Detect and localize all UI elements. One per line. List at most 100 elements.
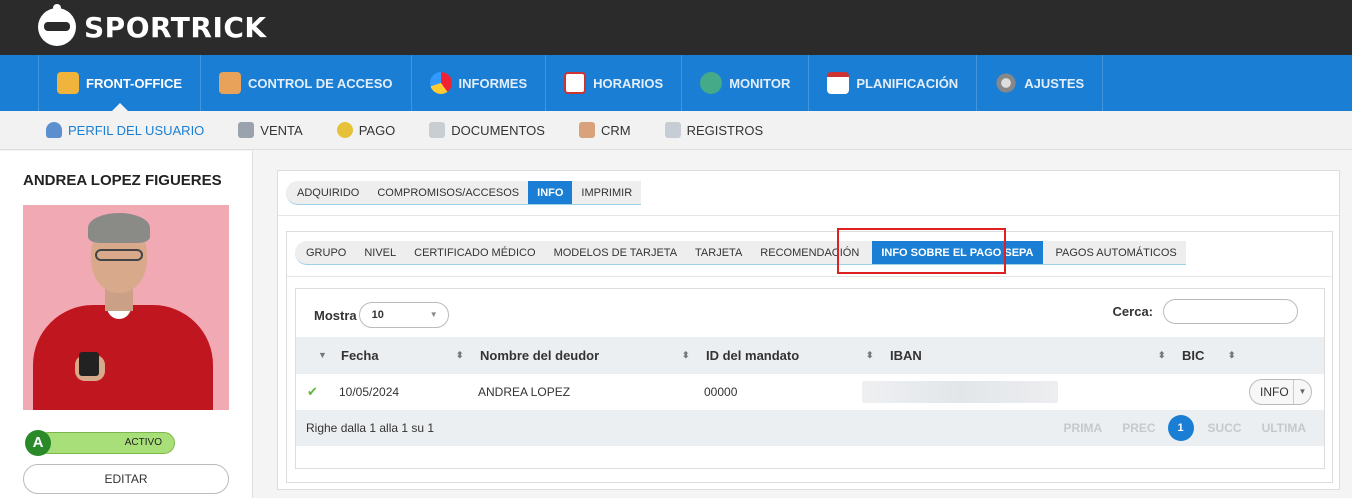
pager-first[interactable]: PRIMA — [1064, 421, 1103, 435]
highlight-box — [837, 228, 1006, 274]
subnav-label: PAGO — [358, 122, 396, 138]
row-info-button[interactable]: INFO ▼ — [1249, 379, 1312, 405]
sort-desc-icon[interactable]: ▼ — [318, 337, 327, 374]
subnav-label: REGISTROS — [686, 122, 764, 138]
status-label: ACTIVO — [37, 432, 175, 454]
col-id-mandato[interactable]: ID del mandato — [706, 337, 799, 374]
chevron-down-icon[interactable]: ▼ — [1293, 380, 1311, 404]
access-icon — [219, 72, 242, 94]
chevron-down-icon: ▼ — [429, 310, 438, 319]
subnav-label: VENTA — [260, 122, 303, 138]
divider — [287, 276, 1332, 277]
col-nombre[interactable]: Nombre del deudor — [480, 337, 599, 374]
register-icon — [664, 122, 681, 138]
divider — [278, 215, 1339, 216]
col-iban[interactable]: IBAN — [890, 337, 922, 374]
status-badge: A — [25, 430, 51, 456]
cell-iban-redacted — [862, 381, 1058, 403]
main-nav: FRONT-OFFICE CONTROL DE ACCESO INFORMES … — [0, 55, 1352, 112]
planner-icon — [827, 72, 850, 94]
page-size-select[interactable]: 10 ▼ — [358, 302, 449, 328]
sale-icon — [238, 122, 255, 138]
status-indicator: ACTIVO A — [25, 430, 175, 456]
subnav-perfil[interactable]: PERFIL DEL USUARIO — [46, 111, 204, 149]
page-size-value: 10 — [371, 309, 384, 321]
user-name: ANDREA LOPEZ FIGUERES — [23, 172, 222, 189]
info-label: INFO — [1260, 385, 1289, 399]
cell-fecha: 10/05/2024 — [339, 385, 400, 399]
page-size-control: Mostra 10 ▼ — [314, 302, 449, 328]
tab-tarjeta[interactable]: TARJETA — [686, 241, 751, 264]
profile-icon — [46, 122, 62, 138]
table-row: ✔ 10/05/2024 ANDREA LOPEZ 00000 INFO ▼ — [296, 374, 1324, 410]
sort-icon[interactable]: ⬍ — [682, 337, 690, 374]
nav-label: MONITOR — [729, 75, 791, 91]
gear-icon — [995, 72, 1018, 94]
col-fecha[interactable]: Fecha — [341, 337, 379, 374]
brand-logo[interactable]: SPORTRICK — [38, 4, 267, 46]
subnav-crm[interactable]: CRM — [578, 111, 631, 149]
tab-compromisos[interactable]: COMPROMISOS/ACCESOS — [368, 181, 528, 204]
nav-horarios[interactable]: HORARIOS — [546, 55, 683, 111]
table-summary: Righe dalla 1 alla 1 su 1 — [306, 421, 435, 435]
subnav-label: CRM — [600, 122, 631, 138]
pie-chart-icon — [429, 72, 452, 94]
nav-label: CONTROL DE ACCESO — [248, 75, 393, 91]
user-icon — [57, 72, 79, 94]
user-photo — [23, 205, 229, 410]
info-subpanel: GRUPO NIVEL CERTIFICADO MÉDICO MODELOS D… — [286, 228, 1333, 483]
subnav-label: PERFIL DEL USUARIO — [68, 122, 205, 138]
pager-last[interactable]: ULTIMA — [1262, 421, 1306, 435]
nav-front-office[interactable]: FRONT-OFFICE — [38, 55, 202, 112]
nav-label: PLANIFICACIÓN — [856, 75, 959, 91]
nav-label: HORARIOS — [593, 75, 664, 91]
page-size-label: Mostra — [314, 307, 357, 323]
nav-label: INFORMES — [458, 75, 528, 91]
col-bic[interactable]: BIC — [1182, 337, 1204, 374]
document-icon — [429, 122, 446, 138]
cell-nombre: ANDREA LOPEZ — [478, 385, 571, 399]
sub-nav: PERFIL DEL USUARIO VENTA PAGO DOCUMENTOS… — [0, 111, 1352, 150]
nav-planificacion[interactable]: PLANIFICACIÓN — [809, 55, 978, 111]
tab-modelos-de-tarjeta[interactable]: MODELOS DE TARJETA — [545, 241, 686, 264]
edit-button[interactable]: EDITAR — [23, 464, 229, 494]
table-footer: Righe dalla 1 alla 1 su 1 PRIMA PREC 1 S… — [296, 410, 1324, 446]
nav-label: AJUSTES — [1024, 75, 1085, 91]
subnav-label: DOCUMENTOS — [451, 122, 545, 138]
sort-icon[interactable]: ⬍ — [866, 337, 874, 374]
nav-control-de-acceso[interactable]: CONTROL DE ACCESO — [201, 55, 412, 111]
brand-name: SPORTRICK — [84, 10, 267, 44]
search-label: Cerca: — [1112, 304, 1153, 319]
tab-imprimir[interactable]: IMPRIMIR — [572, 181, 641, 204]
check-icon: ✔ — [307, 384, 318, 399]
calendar-icon — [564, 72, 587, 94]
tab-info[interactable]: INFO — [528, 181, 573, 204]
nav-ajustes[interactable]: AJUSTES — [977, 55, 1104, 111]
sort-icon[interactable]: ⬍ — [1158, 337, 1166, 374]
subnav-venta[interactable]: VENTA — [238, 111, 303, 149]
tab-pagos-automaticos[interactable]: PAGOS AUTOMÁTICOS — [1047, 241, 1186, 264]
subnav-pago[interactable]: PAGO — [336, 111, 396, 149]
info-tabs: GRUPO NIVEL CERTIFICADO MÉDICO MODELOS D… — [295, 241, 1186, 265]
table-header: ▼ Fecha ⬍ Nombre del deudor ⬍ ID del man… — [296, 337, 1324, 374]
tab-certificado-medico[interactable]: CERTIFICADO MÉDICO — [405, 241, 544, 264]
cell-id-mandato: 00000 — [704, 385, 738, 399]
pager-current[interactable]: 1 — [1167, 415, 1194, 441]
people-icon — [700, 72, 723, 94]
pager-next[interactable]: SUCC — [1208, 421, 1242, 435]
top-bar: SPORTRICK — [0, 0, 1352, 55]
pager-prev[interactable]: PREC — [1122, 421, 1155, 435]
top-tabs: ADQUIRIDO COMPROMISOS/ACCESOS INFO IMPRI… — [286, 181, 642, 205]
subnav-registros[interactable]: REGISTROS — [664, 111, 764, 149]
user-sidebar: ANDREA LOPEZ FIGUERES ACTIVO A EDITAR — [0, 151, 253, 498]
logo-mascot-icon — [38, 4, 76, 46]
tab-adquirido[interactable]: ADQUIRIDO — [288, 181, 368, 204]
sort-icon[interactable]: ⬍ — [1228, 337, 1236, 374]
tab-grupo[interactable]: GRUPO — [297, 241, 355, 264]
nav-informes[interactable]: INFORMES — [412, 55, 547, 111]
search-input[interactable] — [1163, 299, 1298, 324]
sort-icon[interactable]: ⬍ — [456, 337, 464, 374]
subnav-documentos[interactable]: DOCUMENTOS — [429, 111, 545, 149]
nav-monitor[interactable]: MONITOR — [682, 55, 810, 111]
tab-nivel[interactable]: NIVEL — [355, 241, 405, 264]
